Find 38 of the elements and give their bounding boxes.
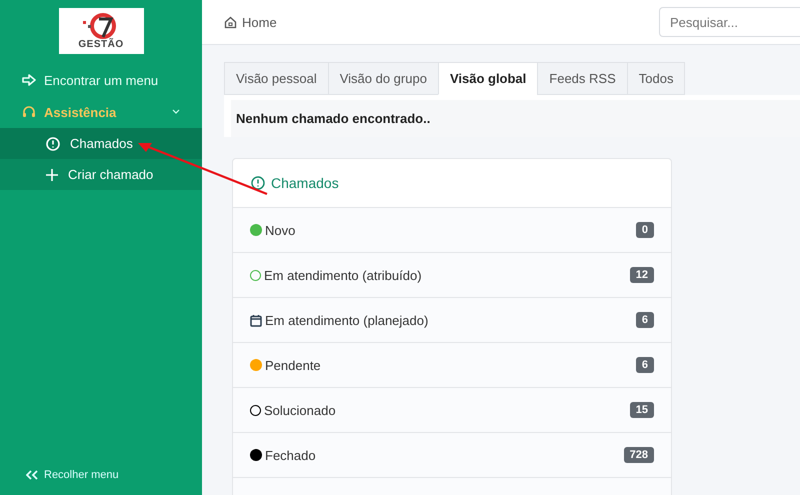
logo-text: GESTÃO — [78, 38, 124, 50]
tab[interactable]: Todos — [626, 62, 686, 95]
count-badge: 12 — [630, 267, 654, 283]
sidebar-subitem[interactable]: Criar chamado — [0, 159, 202, 190]
home-link[interactable]: Home — [224, 14, 277, 30]
plus-icon — [46, 168, 58, 180]
alert-circle-icon — [251, 176, 265, 190]
alert-circle-icon — [46, 136, 60, 150]
headset-icon — [22, 105, 36, 119]
status-row[interactable]: Em atendimento (atribuído) 12 — [233, 253, 671, 298]
chevron-down-icon — [172, 109, 180, 115]
arrow-right-icon — [22, 74, 36, 86]
tab[interactable]: Visão pessoal — [224, 62, 328, 95]
count-badge: 6 — [636, 357, 654, 373]
count-badge: 6 — [636, 312, 654, 328]
status-label: Fechado — [265, 448, 317, 462]
status-label: Novo — [265, 222, 296, 238]
search-field[interactable]: Pesquisar... — [659, 7, 800, 37]
card-title: Chamados — [271, 175, 339, 191]
count-badge: 15 — [630, 402, 654, 418]
home-icon — [224, 16, 237, 28]
tab[interactable]: Visão global — [438, 62, 538, 95]
status-label: Em atendimento (planejado) — [265, 312, 430, 328]
status-row[interactable]: Solucionado 15 — [233, 388, 671, 433]
count-badge: 0 — [636, 222, 654, 238]
status-label: Em atendimento (atribuído) — [264, 268, 423, 282]
status-row[interactable]: Fechado 728 — [233, 433, 671, 478]
tab[interactable]: Feeds RSS — [537, 62, 627, 95]
sidebar-subitem[interactable]: Chamados — [0, 128, 202, 159]
status-row[interactable]: Pendente 6 — [233, 343, 671, 388]
status-row[interactable]: Novo 0 — [233, 208, 671, 253]
tab[interactable]: Visão do grupo — [328, 62, 438, 95]
status-label: Solucionado — [264, 402, 337, 418]
no-tickets-message: Nenhum chamado encontrado.. — [231, 100, 800, 137]
status-row[interactable]: Em atendimento (planejado) 6 — [233, 298, 671, 343]
double-chevron-left-icon — [26, 470, 38, 480]
count-badge: 728 — [624, 447, 654, 463]
status-label: Pendente — [265, 358, 322, 372]
